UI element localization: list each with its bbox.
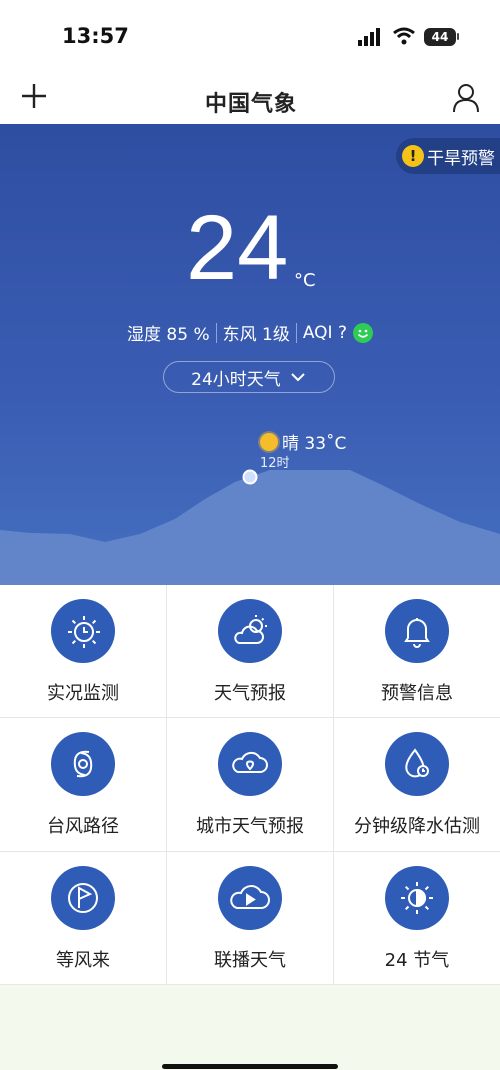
- status-time: 13:57: [62, 24, 129, 48]
- grid-item-solar-terms[interactable]: 24 节气: [334, 852, 500, 985]
- bell-icon: [385, 599, 449, 663]
- temperature-unit: °C: [294, 270, 316, 291]
- grid-label: 预警信息: [381, 683, 453, 704]
- grid-item-wait-wind[interactable]: 等风来: [0, 852, 167, 985]
- drop-clock-icon: [385, 732, 449, 796]
- half-sun-icon: [385, 866, 449, 930]
- grid-item-warning[interactable]: 预警信息: [334, 585, 500, 718]
- add-city-icon[interactable]: [20, 82, 48, 110]
- typhoon-icon: [51, 732, 115, 796]
- status-bar: 13:57 44: [0, 0, 500, 76]
- grid-label: 天气预报: [214, 683, 286, 704]
- divider: [295, 322, 297, 343]
- home-indicator: [162, 1064, 338, 1069]
- weather-hero: ! 干旱预警 24 °C 湿度 85 % 东风 1级 AQI ? 24小时天气 …: [0, 124, 500, 585]
- cellular-signal-icon: [358, 28, 380, 46]
- chevron-down-icon: [291, 373, 305, 382]
- smile-face-icon: [352, 322, 373, 343]
- grid-label: 24 节气: [384, 950, 450, 971]
- grid-item-realtime[interactable]: 实况监测: [0, 585, 167, 718]
- grid-label: 城市天气预报: [196, 816, 304, 837]
- grid-label: 分钟级降水估测: [354, 816, 480, 837]
- alert-text: 干旱预警: [427, 148, 495, 169]
- grid-label: 台风路径: [47, 816, 119, 837]
- forecast-text: 晴 33˚C: [282, 434, 347, 454]
- grid-label: 等风来: [56, 950, 110, 971]
- grid-label: 实况监测: [47, 683, 119, 704]
- sun-clock-icon: [51, 599, 115, 663]
- 24h-weather-toggle[interactable]: 24小时天气: [163, 361, 335, 393]
- grid-label: 联播天气: [214, 950, 286, 971]
- humidity-text: 湿度 85 %: [127, 325, 210, 345]
- forecast-hour: 12时: [260, 456, 290, 471]
- app-header: 中国气象: [0, 76, 500, 124]
- grid-item-broadcast[interactable]: 联播天气: [167, 852, 334, 985]
- grid-item-typhoon[interactable]: 台风路径: [0, 718, 167, 852]
- drought-alert-badge[interactable]: ! 干旱预警: [396, 138, 500, 174]
- weather-meta: 湿度 85 % 东风 1级 AQI ?: [0, 320, 500, 345]
- pinwheel-icon: [51, 866, 115, 930]
- battery-icon: 44: [424, 28, 456, 46]
- cloud-location-icon: [218, 732, 282, 796]
- battery-nub: [457, 33, 459, 40]
- toggle-label: 24小时天气: [191, 369, 281, 390]
- app-logo: 中国气象: [205, 91, 298, 117]
- warning-icon: !: [402, 145, 424, 167]
- function-grid: 实况监测 天气预报 预警信息 台风路径 城市天气预报 分钟级降水估测 等风来 联…: [0, 585, 500, 985]
- grid-item-minute-rain[interactable]: 分钟级降水估测: [334, 718, 500, 852]
- current-temperature: 24: [186, 197, 289, 299]
- forecast-peak: 晴 33˚C: [260, 429, 346, 454]
- grid-item-forecast[interactable]: 天气预报: [167, 585, 334, 718]
- temperature-curve: [0, 469, 500, 585]
- aqi-text[interactable]: AQI ?: [303, 323, 347, 343]
- cloud-sun-icon: [218, 599, 282, 663]
- sun-icon: [260, 432, 278, 451]
- wifi-icon: [393, 27, 415, 45]
- divider: [215, 322, 217, 343]
- cloud-play-icon: [218, 866, 282, 930]
- grid-item-city-forecast[interactable]: 城市天气预报: [167, 718, 334, 852]
- wind-text: 东风 1级: [222, 325, 290, 345]
- user-icon[interactable]: [452, 82, 480, 114]
